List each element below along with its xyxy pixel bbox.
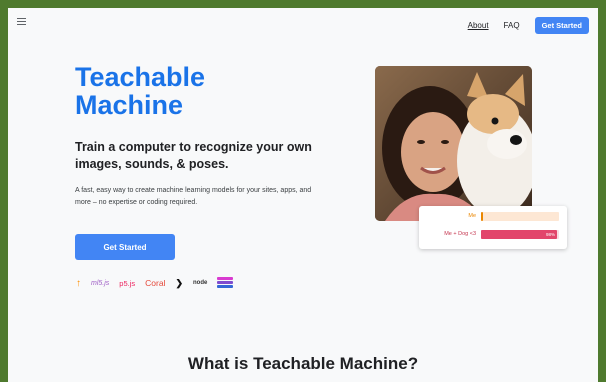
node-logo: node [193, 280, 207, 286]
result-track: 98% [481, 230, 559, 239]
result-bar-fill [481, 212, 483, 221]
result-track [481, 212, 559, 221]
hero-subtitle: Train a computer to recognize your own i… [75, 140, 312, 171]
framer-icon: ❯ [175, 277, 183, 288]
p5-logo: p5.js [119, 278, 136, 288]
page-title-text: Teachable Machine [75, 62, 206, 120]
menu-icon[interactable] [17, 18, 26, 25]
page: About FAQ Get Started Teachable Machine … [8, 8, 598, 382]
hero-description: A fast, easy way to create machine learn… [75, 187, 312, 206]
node-logo-text: node [192, 280, 208, 286]
result-label: Me + Dog <3 [444, 231, 476, 237]
prediction-results-card: Me Me + Dog <3 98% [419, 206, 567, 249]
get-started-button[interactable]: Get Started [75, 234, 175, 260]
coral-logo: Coral [145, 278, 166, 288]
top-nav: About FAQ Get Started [468, 17, 589, 34]
result-label: Me [468, 213, 476, 219]
hero-photo-person-with-dog [375, 66, 532, 221]
result-row-me-dog: Me + Dog <3 98% [419, 230, 567, 240]
result-row-me: Me [419, 212, 567, 222]
nav-link-about[interactable]: About [468, 21, 489, 30]
tensorflow-icon: ↑ [76, 277, 81, 289]
header-get-started-button[interactable]: Get Started [534, 17, 589, 34]
partner-logos: ↑ ml5.js p5.js Coral ❯ node [76, 276, 234, 290]
result-percent-label: 98% [545, 232, 555, 237]
page-title: Teachable Machine [75, 63, 235, 119]
ml5-logo: ml5.js [91, 279, 110, 287]
stack-icon [217, 277, 234, 289]
photo-illustration [375, 66, 532, 221]
nav-link-faq[interactable]: FAQ [504, 21, 520, 30]
section-title: What is Teachable Machine? [187, 354, 419, 373]
